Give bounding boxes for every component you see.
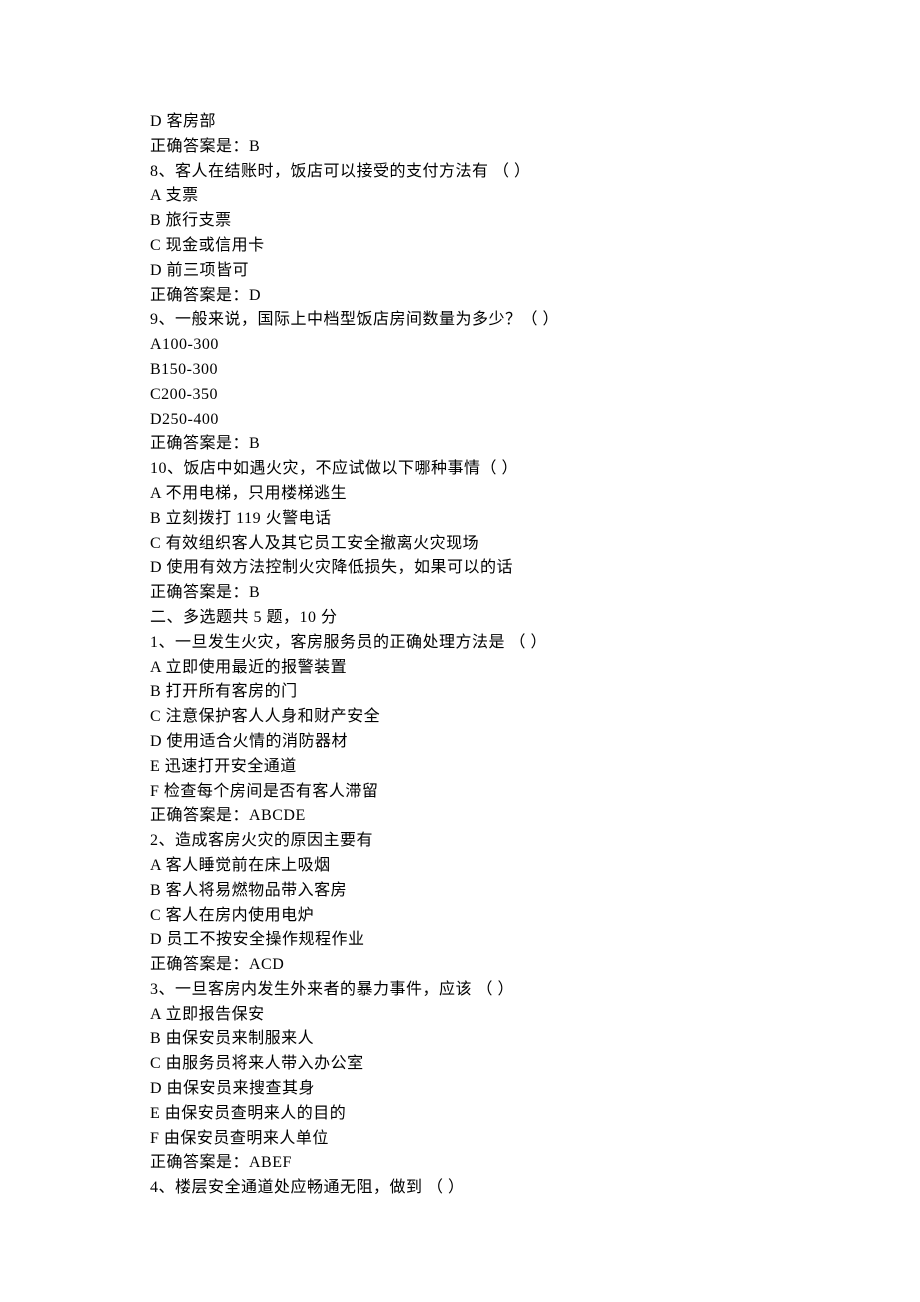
text-line: 正确答案是：ABCDE [150,804,770,829]
text-line: C 有效组织客人及其它员工安全撤离火灾现场 [150,532,770,557]
text-line: D 员工不按安全操作规程作业 [150,928,770,953]
text-line: A 不用电梯，只用楼梯逃生 [150,482,770,507]
text-line: 8、客人在结账时，饭店可以接受的支付方法有 （ ） [150,160,770,185]
text-line: A 客人睡觉前在床上吸烟 [150,854,770,879]
text-line: A 支票 [150,184,770,209]
text-line: C200-350 [150,383,770,408]
text-line: D 由保安员来搜查其身 [150,1077,770,1102]
text-line: 1、一旦发生火灾，客房服务员的正确处理方法是 （ ） [150,631,770,656]
text-line: 正确答案是：ABEF [150,1151,770,1176]
text-line: C 客人在房内使用电炉 [150,904,770,929]
text-line: A 立即使用最近的报警装置 [150,656,770,681]
text-line: 正确答案是：D [150,284,770,309]
text-line: B150-300 [150,358,770,383]
text-line: 4、楼层安全通道处应畅通无阻，做到 （ ） [150,1176,770,1201]
text-line: D250-400 [150,408,770,433]
text-line: 9、一般来说，国际上中档型饭店房间数量为多少？（ ） [150,308,770,333]
text-line: B 立刻拨打 119 火警电话 [150,507,770,532]
text-line: 正确答案是：ACD [150,953,770,978]
text-line: C 现金或信用卡 [150,234,770,259]
text-line: A100-300 [150,333,770,358]
text-line: E 迅速打开安全通道 [150,755,770,780]
text-line: D 使用适合火情的消防器材 [150,730,770,755]
text-line: C 由服务员将来人带入办公室 [150,1052,770,1077]
text-line: F 检查每个房间是否有客人滞留 [150,780,770,805]
text-line: D 客房部 [150,110,770,135]
text-line: 正确答案是：B [150,432,770,457]
text-line: 二、多选题共 5 题，10 分 [150,606,770,631]
text-line: B 旅行支票 [150,209,770,234]
text-line: E 由保安员查明来人的目的 [150,1102,770,1127]
text-line: B 客人将易燃物品带入客房 [150,879,770,904]
text-line: D 前三项皆可 [150,259,770,284]
text-line: C 注意保护客人人身和财产安全 [150,705,770,730]
text-line: F 由保安员查明来人单位 [150,1127,770,1152]
text-line: 正确答案是：B [150,581,770,606]
text-line: A 立即报告保安 [150,1003,770,1028]
text-line: 10、饭店中如遇火灾，不应试做以下哪种事情（ ） [150,457,770,482]
text-line: D 使用有效方法控制火灾降低损失，如果可以的话 [150,556,770,581]
text-line: 3、一旦客房内发生外来者的暴力事件，应该 （ ） [150,978,770,1003]
text-line: B 由保安员来制服来人 [150,1027,770,1052]
text-line: 2、造成客房火灾的原因主要有 [150,829,770,854]
document-page: D 客房部正确答案是：B8、客人在结账时，饭店可以接受的支付方法有 （ ）A 支… [0,0,920,1302]
text-line: 正确答案是：B [150,135,770,160]
text-line: B 打开所有客房的门 [150,680,770,705]
